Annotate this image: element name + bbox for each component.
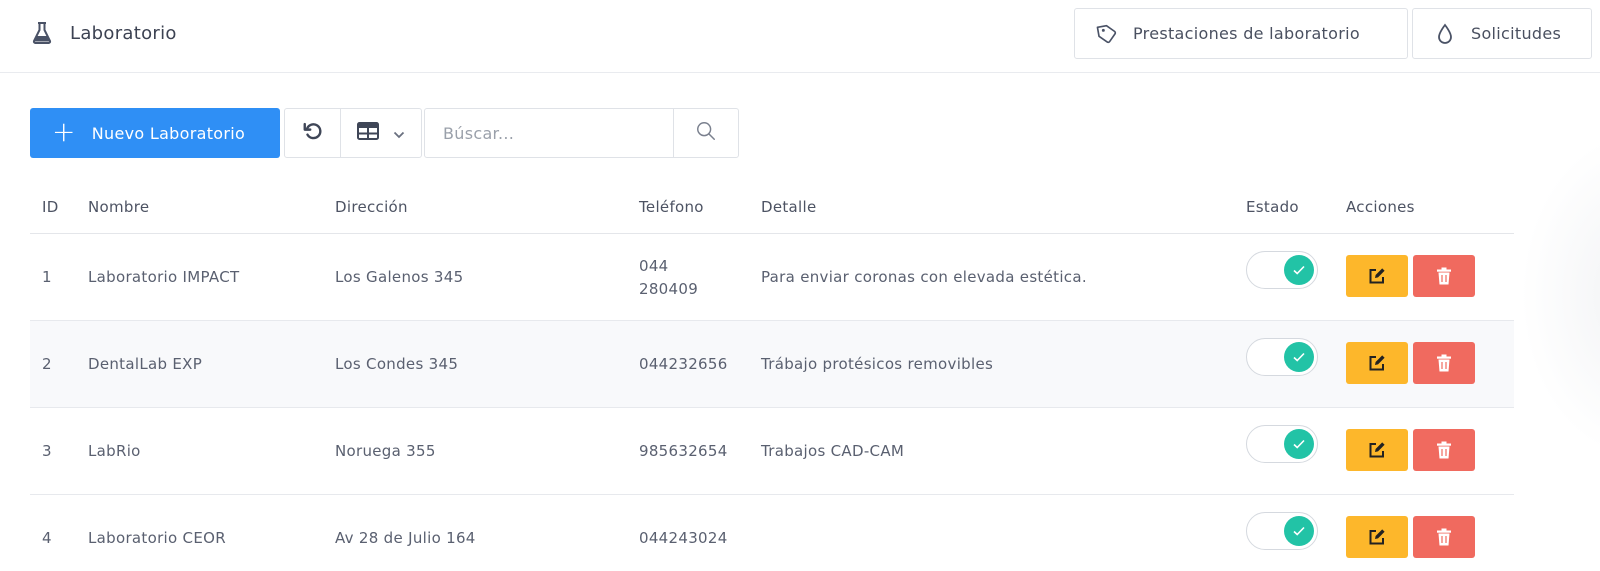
drop-icon bbox=[1433, 22, 1457, 46]
column-header-direccion: Dirección bbox=[335, 198, 408, 216]
cell-acciones bbox=[1346, 408, 1475, 495]
plus-icon: + bbox=[52, 114, 76, 148]
new-laboratory-label: Nuevo Laboratorio bbox=[91, 123, 246, 143]
chevron-down-icon bbox=[393, 124, 405, 143]
trash-icon bbox=[1437, 354, 1451, 371]
cell-detalle: Para enviar coronas con elevada estética… bbox=[761, 268, 1087, 286]
cell-id: 1 bbox=[42, 268, 52, 286]
toggle-knob bbox=[1284, 428, 1314, 459]
status-toggle[interactable] bbox=[1246, 511, 1318, 550]
status-toggle[interactable] bbox=[1246, 337, 1318, 376]
cell-telefono: 044 280409 bbox=[639, 256, 699, 298]
top-bar: Laboratorio Prestaciones de laboratorio … bbox=[0, 0, 1600, 73]
refresh-button[interactable] bbox=[284, 108, 341, 158]
cell-estado bbox=[1246, 495, 1318, 571]
search-input[interactable] bbox=[443, 123, 663, 143]
column-header-id: ID bbox=[42, 198, 59, 216]
cell-id: 4 bbox=[42, 529, 52, 547]
prestaciones-button[interactable]: Prestaciones de laboratorio bbox=[1074, 8, 1408, 59]
edit-button[interactable] bbox=[1346, 254, 1408, 297]
search-icon bbox=[695, 120, 717, 146]
background-glow bbox=[1520, 130, 1600, 460]
edit-icon bbox=[1369, 528, 1385, 544]
edit-button[interactable] bbox=[1346, 341, 1408, 384]
status-toggle[interactable] bbox=[1246, 250, 1318, 289]
cell-direccion: Los Galenos 345 bbox=[335, 268, 464, 286]
column-header-telefono: Teléfono bbox=[639, 198, 704, 216]
cell-estado bbox=[1246, 408, 1318, 495]
solicitudes-button-label: Solicitudes bbox=[1471, 24, 1562, 43]
cell-telefono: 044243024 bbox=[639, 529, 728, 547]
cell-id: 2 bbox=[42, 355, 52, 373]
delete-button[interactable] bbox=[1413, 428, 1475, 471]
column-header-estado: Estado bbox=[1246, 198, 1299, 216]
cell-nombre: DentalLab EXP bbox=[88, 355, 203, 373]
flask-icon bbox=[32, 21, 54, 45]
page-title-text: Laboratorio bbox=[70, 22, 177, 44]
check-icon bbox=[1293, 265, 1305, 275]
table-row: 4 Laboratorio CEOR Av 28 de Julio 164 04… bbox=[30, 495, 1514, 571]
toggle-knob bbox=[1284, 341, 1314, 372]
search-button[interactable] bbox=[673, 108, 739, 158]
delete-button[interactable] bbox=[1413, 254, 1475, 297]
toggle-knob bbox=[1284, 515, 1314, 546]
tag-icon bbox=[1095, 22, 1119, 46]
cell-direccion: Noruega 355 bbox=[335, 442, 436, 460]
table-header: ID Nombre Dirección Teléfono Detalle Est… bbox=[30, 180, 1514, 234]
edit-icon bbox=[1369, 354, 1385, 370]
solicitudes-button[interactable]: Solicitudes bbox=[1412, 8, 1592, 59]
table-row: 2 DentalLab EXP Los Condes 345 044232656… bbox=[30, 321, 1514, 408]
column-header-nombre: Nombre bbox=[88, 198, 150, 216]
refresh-icon bbox=[302, 120, 324, 146]
trash-icon bbox=[1437, 267, 1451, 284]
cell-direccion: Av 28 de Julio 164 bbox=[335, 529, 476, 547]
cell-detalle: Trabajos CAD-CAM bbox=[761, 442, 905, 460]
table-row: 1 Laboratorio IMPACT Los Galenos 345 044… bbox=[30, 234, 1514, 321]
new-laboratory-button[interactable]: + Nuevo Laboratorio bbox=[30, 108, 280, 158]
prestaciones-button-label: Prestaciones de laboratorio bbox=[1133, 24, 1360, 43]
cell-acciones bbox=[1346, 234, 1475, 321]
delete-button[interactable] bbox=[1413, 341, 1475, 384]
cell-detalle: Trábajo protésicos removibles bbox=[761, 355, 994, 373]
cell-direccion: Los Condes 345 bbox=[335, 355, 459, 373]
columns-dropdown[interactable] bbox=[340, 108, 422, 158]
trash-icon bbox=[1437, 441, 1451, 458]
cell-estado bbox=[1246, 321, 1318, 408]
edit-button[interactable] bbox=[1346, 515, 1408, 558]
table-columns-icon bbox=[357, 122, 379, 144]
edit-icon bbox=[1369, 267, 1385, 283]
check-icon bbox=[1293, 352, 1305, 362]
cell-acciones bbox=[1346, 495, 1475, 571]
column-header-acciones: Acciones bbox=[1346, 198, 1415, 216]
page-title: Laboratorio bbox=[32, 20, 177, 46]
cell-nombre: LabRio bbox=[88, 442, 141, 460]
laboratories-table: ID Nombre Dirección Teléfono Detalle Est… bbox=[30, 180, 1514, 571]
edit-icon bbox=[1369, 441, 1385, 457]
cell-detalle bbox=[761, 495, 1261, 571]
column-header-detalle: Detalle bbox=[761, 198, 817, 216]
cell-acciones bbox=[1346, 321, 1475, 408]
cell-telefono: 044232656 bbox=[639, 355, 728, 373]
search-box bbox=[424, 108, 674, 158]
check-icon bbox=[1293, 526, 1305, 536]
table-row: 3 LabRio Noruega 355 985632654 Trabajos … bbox=[30, 408, 1514, 495]
delete-button[interactable] bbox=[1413, 515, 1475, 558]
cell-nombre: Laboratorio CEOR bbox=[88, 529, 226, 547]
toggle-knob bbox=[1284, 254, 1314, 285]
cell-id: 3 bbox=[42, 442, 52, 460]
trash-icon bbox=[1437, 528, 1451, 545]
check-icon bbox=[1293, 439, 1305, 449]
cell-nombre: Laboratorio IMPACT bbox=[88, 268, 240, 286]
cell-estado bbox=[1246, 234, 1318, 321]
cell-telefono: 985632654 bbox=[639, 442, 728, 460]
edit-button[interactable] bbox=[1346, 428, 1408, 471]
status-toggle[interactable] bbox=[1246, 424, 1318, 463]
